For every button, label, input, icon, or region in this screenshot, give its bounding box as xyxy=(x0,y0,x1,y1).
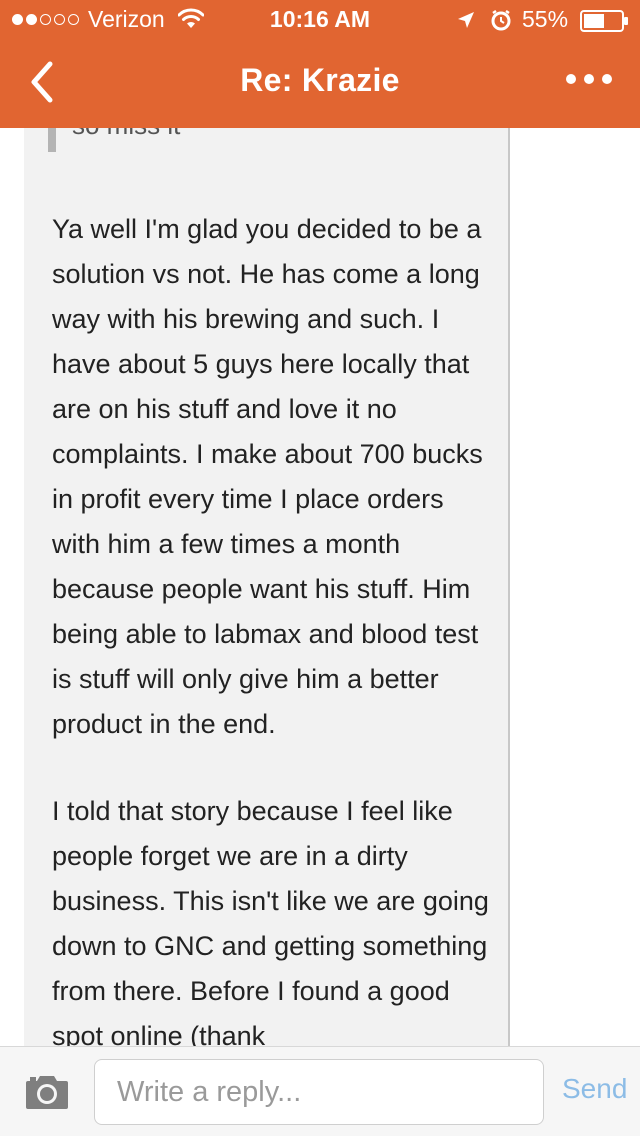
camera-button[interactable] xyxy=(24,1073,70,1116)
battery-icon xyxy=(580,10,630,37)
message-paragraph: I told that story because I feel like pe… xyxy=(52,796,489,1046)
more-dots-icon xyxy=(566,74,576,84)
app-screen: Verizon 10:16 AM 55% Re: Krazie Ya well … xyxy=(0,0,640,1136)
message-paragraph: Ya well I'm glad you decided to be a sol… xyxy=(52,214,483,739)
nav-bar: Re: Krazie xyxy=(0,40,640,128)
message-body: Ya well I'm glad you decided to be a sol… xyxy=(52,207,492,1046)
reply-bar: Send xyxy=(0,1046,640,1136)
camera-icon xyxy=(26,1076,68,1109)
more-options-button[interactable] xyxy=(566,74,612,84)
message-thread[interactable]: so miss it Ya well I'm glad you decided … xyxy=(0,128,640,1046)
location-arrow-icon xyxy=(456,10,476,35)
reply-input[interactable] xyxy=(94,1059,544,1125)
header: Verizon 10:16 AM 55% Re: Krazie xyxy=(0,0,640,128)
quoted-text: so miss it xyxy=(72,128,180,141)
quote-indicator xyxy=(48,128,56,152)
battery-percentage: 55% xyxy=(522,6,569,32)
status-bar: Verizon 10:16 AM 55% xyxy=(0,0,640,40)
alarm-clock-icon xyxy=(490,9,512,36)
page-title: Re: Krazie xyxy=(240,62,400,98)
send-button[interactable]: Send xyxy=(562,1073,627,1105)
